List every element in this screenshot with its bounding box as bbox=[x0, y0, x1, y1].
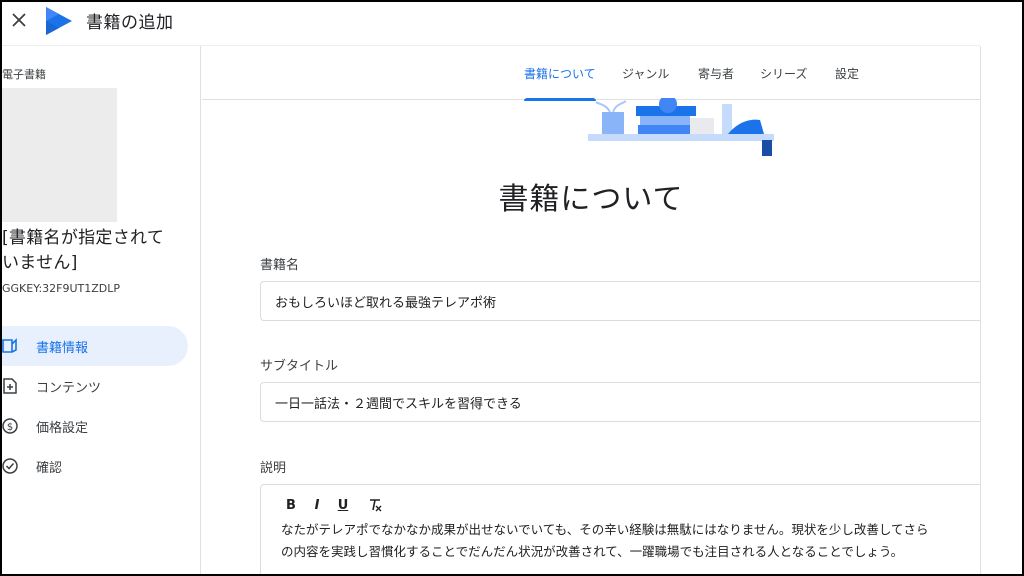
tab-settings[interactable]: 設定 bbox=[835, 46, 859, 100]
description-line1: なたがテレアポでなかなか成果が出せないでいても、その辛い経験は無駄にはなりません… bbox=[281, 522, 929, 537]
tab-about-book[interactable]: 書籍について bbox=[524, 46, 596, 101]
content-divider bbox=[980, 46, 981, 574]
tab-bar: 書籍について ジャンル 寄与者 シリーズ 設定 bbox=[202, 46, 980, 101]
italic-button[interactable]: I bbox=[307, 495, 327, 515]
sidebar-item-label: 書籍情報 bbox=[36, 340, 89, 356]
clear-format-icon[interactable] bbox=[365, 495, 385, 515]
subtitle-field-label: サブタイトル bbox=[260, 359, 339, 374]
description-field-label: 説明 bbox=[260, 461, 287, 476]
tab-series[interactable]: シリーズ bbox=[760, 46, 807, 100]
tab-genre[interactable]: ジャンル bbox=[622, 46, 669, 100]
description-line2: の内容を実践し習慣化することでだんだん状況が改善されて、一躍職場でも注目される人… bbox=[281, 544, 904, 559]
sidebar: 電子書籍 [書籍名が指定されて いません] GGKEY:32F9UT1ZDLP … bbox=[2, 46, 201, 574]
book-type-label: 電子書籍 bbox=[2, 68, 46, 81]
book-cover-placeholder bbox=[2, 88, 117, 222]
description-editor[interactable]: B I U なたがテレアポでなかなか成果が出せないでいても、その辛い経験は無駄に… bbox=[260, 484, 982, 574]
add-file-icon bbox=[2, 376, 22, 396]
sidebar-item-pricing[interactable]: $ 価格設定 bbox=[2, 406, 188, 446]
page-title: 書籍の追加 bbox=[86, 13, 174, 33]
app-window: 書籍の追加 電子書籍 [書籍名が指定されて いません] GGKEY:32F9UT… bbox=[2, 2, 1022, 574]
title-input[interactable]: おもしろいほど取れる最強テレアポ術 bbox=[260, 281, 982, 321]
sidebar-item-label: 確認 bbox=[36, 460, 63, 476]
book-key: GGKEY:32F9UT1ZDLP bbox=[2, 282, 121, 295]
books-illustration bbox=[588, 95, 778, 158]
sidebar-item-book-info[interactable]: 書籍情報 bbox=[2, 326, 188, 366]
top-bar: 書籍の追加 bbox=[2, 2, 982, 46]
tab-contributors[interactable]: 寄与者 bbox=[698, 46, 734, 100]
book-title-line2: いません] bbox=[2, 253, 78, 273]
sidebar-item-review[interactable]: 確認 bbox=[2, 446, 188, 486]
window-edge bbox=[980, 2, 1022, 574]
underline-button[interactable]: U bbox=[333, 495, 353, 515]
sidebar-item-content[interactable]: コンテンツ bbox=[2, 366, 188, 406]
dollar-icon: $ bbox=[2, 416, 22, 436]
section-heading: 書籍について bbox=[498, 182, 684, 217]
book-title-line1: [書籍名が指定されて bbox=[2, 228, 165, 248]
book-title-display: [書籍名が指定されて いません] bbox=[2, 226, 192, 276]
book-info-icon bbox=[2, 336, 22, 356]
bold-button[interactable]: B bbox=[281, 495, 301, 515]
sidebar-item-label: 価格設定 bbox=[36, 420, 89, 436]
description-text[interactable]: なたがテレアポでなかなか成果が出せないでいても、その辛い経験は無駄にはなりません… bbox=[281, 519, 991, 563]
sidebar-item-label: コンテンツ bbox=[36, 380, 102, 396]
svg-text:$: $ bbox=[7, 422, 13, 433]
check-circle-icon bbox=[2, 456, 22, 476]
editor-toolbar: B I U bbox=[281, 495, 391, 515]
subtitle-input[interactable]: 一日一話法・２週間でスキルを習得できる bbox=[260, 382, 982, 422]
title-field-label: 書籍名 bbox=[260, 258, 300, 273]
close-icon[interactable] bbox=[6, 7, 32, 33]
play-books-logo bbox=[44, 5, 74, 37]
